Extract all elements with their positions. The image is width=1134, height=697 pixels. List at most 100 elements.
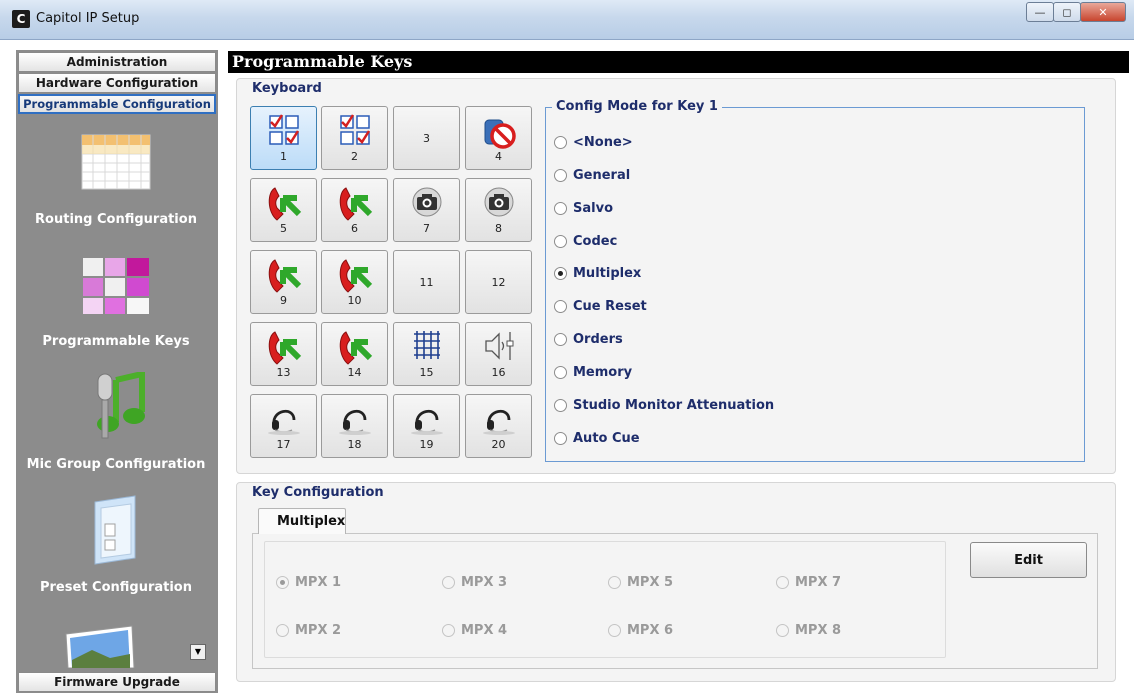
- key-number: 4: [495, 150, 502, 163]
- close-icon: ✕: [1098, 5, 1108, 19]
- key-2[interactable]: 2: [321, 106, 388, 170]
- key-3[interactable]: 3: [393, 106, 460, 170]
- sidebar-scroll-down-button[interactable]: ▼: [190, 644, 206, 660]
- key-13[interactable]: 13: [250, 322, 317, 386]
- radio-button[interactable]: [554, 366, 567, 379]
- key-number: 16: [491, 366, 506, 379]
- mpx-option-2[interactable]: MPX 2: [276, 623, 341, 638]
- key-number: 20: [491, 438, 506, 451]
- radio-button[interactable]: [554, 333, 567, 346]
- close-button[interactable]: ✕: [1080, 2, 1126, 22]
- sidebar-label-preset[interactable]: Preset Configuration: [16, 580, 216, 595]
- maximize-button[interactable]: ◻: [1053, 2, 1081, 22]
- key-number: 9: [280, 294, 287, 307]
- key-number: 10: [347, 294, 362, 307]
- radio-button[interactable]: [554, 169, 567, 182]
- radio-label: General: [573, 168, 631, 183]
- key-16[interactable]: 16: [465, 322, 532, 386]
- key-15[interactable]: 15: [393, 322, 460, 386]
- mpx-option-6[interactable]: MPX 6: [608, 623, 673, 638]
- config-option-orders[interactable]: Orders: [554, 332, 623, 347]
- sidebar: Administration Hardware Configuration Pr…: [16, 50, 218, 693]
- radio-button[interactable]: [442, 576, 455, 589]
- key-11[interactable]: 11: [393, 250, 460, 314]
- radio-button-selected[interactable]: [554, 267, 567, 280]
- mpx-option-4[interactable]: MPX 4: [442, 623, 507, 638]
- sidebar-label-programmable-keys[interactable]: Programmable Keys: [16, 334, 216, 349]
- config-option-studio-monitor-attenuation[interactable]: Studio Monitor Attenuation: [554, 398, 774, 413]
- sidebar-item-programmable-keys[interactable]: [16, 256, 216, 320]
- key-18[interactable]: 18: [321, 394, 388, 458]
- radio-button[interactable]: [276, 624, 289, 637]
- radio-button[interactable]: [554, 136, 567, 149]
- config-option-multiplex[interactable]: Multiplex: [554, 266, 641, 281]
- radio-button-selected[interactable]: [276, 576, 289, 589]
- sidebar-label-mic-group[interactable]: Mic Group Configuration: [16, 457, 216, 472]
- key-5[interactable]: 5: [250, 178, 317, 242]
- key-7[interactable]: 7: [393, 178, 460, 242]
- nav-firmware-upgrade[interactable]: Firmware Upgrade: [18, 672, 216, 692]
- mpx-option-3[interactable]: MPX 3: [442, 575, 507, 590]
- radio-button[interactable]: [776, 624, 789, 637]
- radio-label: Cue Reset: [573, 299, 647, 314]
- tab-multiplex[interactable]: Multiplex: [258, 508, 346, 534]
- config-option-none[interactable]: <None>: [554, 135, 633, 150]
- sidebar-label-routing[interactable]: Routing Configuration: [16, 212, 216, 227]
- radio-label: <None>: [573, 135, 633, 150]
- sidebar-item-mic-group[interactable]: [16, 370, 216, 446]
- config-option-codec[interactable]: Codec: [554, 234, 617, 249]
- radio-button[interactable]: [776, 576, 789, 589]
- mpx-option-8[interactable]: MPX 8: [776, 623, 841, 638]
- radio-label: Memory: [573, 365, 633, 380]
- nav-hardware-configuration[interactable]: Hardware Configuration: [18, 73, 216, 93]
- radio-button[interactable]: [608, 576, 621, 589]
- config-option-general[interactable]: General: [554, 168, 630, 183]
- key-8[interactable]: 8: [465, 178, 532, 242]
- mpx-option-1[interactable]: MPX 1: [276, 575, 341, 590]
- radio-button[interactable]: [554, 300, 567, 313]
- config-option-memory[interactable]: Memory: [554, 365, 632, 380]
- mpx-options-box: [264, 541, 946, 658]
- nav-administration[interactable]: Administration: [18, 52, 216, 72]
- sidebar-item-preset[interactable]: [16, 494, 216, 570]
- phone-arrow-icon: [339, 331, 372, 365]
- checkbox-grid-icon: [339, 114, 370, 145]
- window-controls: — ◻ ✕: [1026, 2, 1126, 22]
- config-option-auto-cue[interactable]: Auto Cue: [554, 431, 640, 446]
- radio-button[interactable]: [554, 432, 567, 445]
- key-1[interactable]: 1: [250, 106, 317, 170]
- radio-button[interactable]: [554, 202, 567, 215]
- radio-button[interactable]: [608, 624, 621, 637]
- key-19[interactable]: 19: [393, 394, 460, 458]
- config-option-salvo[interactable]: Salvo: [554, 201, 613, 216]
- mpx-label: MPX 6: [627, 623, 674, 638]
- sidebar-item-routing[interactable]: [16, 134, 216, 194]
- phone-arrow-icon: [268, 259, 301, 293]
- key-6[interactable]: 6: [321, 178, 388, 242]
- key-10[interactable]: 10: [321, 250, 388, 314]
- config-option-cue-reset[interactable]: Cue Reset: [554, 299, 647, 314]
- mpx-label: MPX 5: [627, 575, 674, 590]
- radio-button[interactable]: [554, 399, 567, 412]
- app-icon: C: [12, 10, 30, 28]
- key-17[interactable]: 17: [250, 394, 317, 458]
- radio-label: Orders: [573, 332, 623, 347]
- edit-button[interactable]: Edit: [970, 542, 1087, 578]
- mpx-option-5[interactable]: MPX 5: [608, 575, 673, 590]
- key-20[interactable]: 20: [465, 394, 532, 458]
- radio-button[interactable]: [554, 235, 567, 248]
- key-4[interactable]: 4: [465, 106, 532, 170]
- nav-programmable-configuration[interactable]: Programmable Configuration: [18, 94, 216, 114]
- key-9[interactable]: 9: [250, 250, 317, 314]
- sidebar-item-firmware-preview[interactable]: [0, 624, 200, 672]
- key-number: 3: [423, 131, 430, 145]
- key-14[interactable]: 14: [321, 322, 388, 386]
- minimize-button[interactable]: —: [1026, 2, 1054, 22]
- matrix-grid-icon: [413, 331, 440, 359]
- key-number: 14: [347, 366, 362, 379]
- radio-label: Salvo: [573, 201, 613, 216]
- photo-icon: [65, 625, 135, 669]
- key-12[interactable]: 12: [465, 250, 532, 314]
- radio-button[interactable]: [442, 624, 455, 637]
- mpx-option-7[interactable]: MPX 7: [776, 575, 841, 590]
